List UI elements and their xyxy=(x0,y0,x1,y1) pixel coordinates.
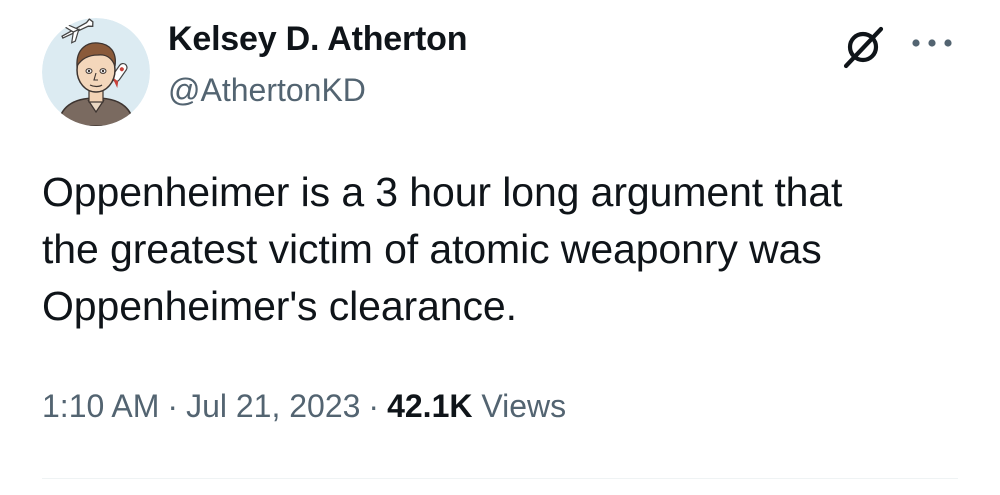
divider xyxy=(42,478,958,479)
tweet-date-link[interactable]: Jul 21, 2023 xyxy=(186,388,360,424)
meta-separator: · xyxy=(167,388,179,424)
tweet-meta: 1:10 AM · Jul 21, 2023 · 42.1K Views xyxy=(42,388,566,425)
tweet-date: Jul 21, 2023 xyxy=(186,388,361,424)
views-label: Views xyxy=(481,388,567,424)
tweet-time: 1:10 AM xyxy=(42,388,160,424)
tweet: Kelsey D. Atherton @AthertonKD Oppenheim… xyxy=(0,0,1000,495)
avatar[interactable] xyxy=(42,18,150,126)
avatar-illustration xyxy=(42,18,150,126)
more-options-icon[interactable] xyxy=(910,36,954,50)
views-count: 42.1K xyxy=(387,388,473,424)
slashed-circle-icon[interactable] xyxy=(838,24,888,70)
meta-separator: · xyxy=(368,388,380,424)
author-handle[interactable]: @AthertonKD xyxy=(168,72,366,109)
tweet-text-line: Oppenheimer's clearance. xyxy=(42,283,517,329)
tweet-text: Oppenheimer is a 3 hour long argument th… xyxy=(42,164,962,335)
tweet-time-link[interactable]: 1:10 AM xyxy=(42,388,159,424)
tweet-text-line: the greatest victim of atomic weaponry w… xyxy=(42,226,822,272)
author-display-name[interactable]: Kelsey D. Atherton xyxy=(168,20,468,59)
tweet-text-line: Oppenheimer is a 3 hour long argument th… xyxy=(42,169,843,215)
